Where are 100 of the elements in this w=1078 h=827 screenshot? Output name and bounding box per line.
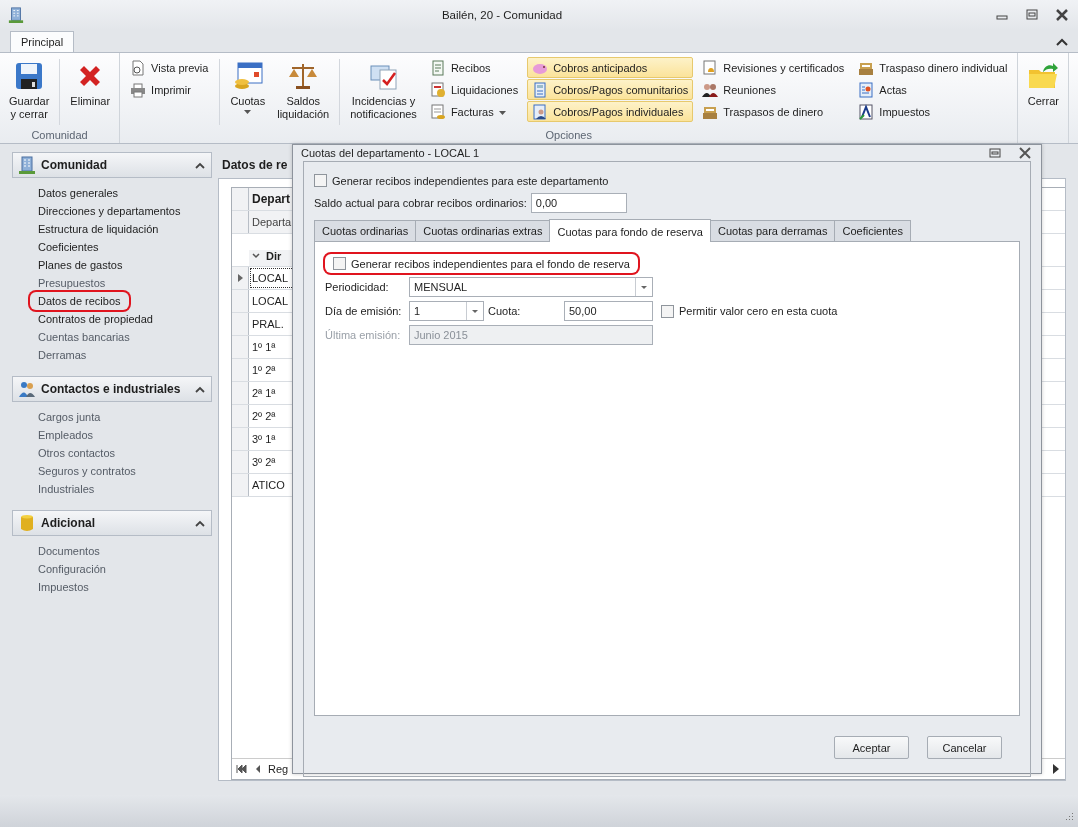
checkbox-label: Generar recibos independientes para el fondo de reserva (351, 257, 630, 270)
chevron-up-icon[interactable] (195, 161, 205, 169)
sidebar-item[interactable]: Planes de gastos (38, 256, 123, 274)
balance-field[interactable]: 0,00 (530, 193, 627, 213)
dialog-tab[interactable]: Cuotas ordinarias (314, 220, 417, 241)
dialog-tab[interactable]: Cuotas ordinarias extras (415, 220, 551, 241)
dialog-button[interactable]: Aceptar (834, 736, 909, 759)
dialog-tab[interactable]: Coeficientes (834, 220, 911, 241)
ribbon-button[interactable]: Saldos liquidación (271, 57, 336, 124)
field-label: Cuota: (488, 305, 522, 317)
checkbox-label: Generar recibos independientes para este departamento (332, 174, 609, 187)
ribbon-button[interactable]: Traspaso dinero individual (853, 57, 1013, 78)
chevron-up-icon[interactable] (1056, 37, 1068, 47)
row-header (232, 188, 249, 210)
ribbon-button[interactable]: Cerrar (1021, 57, 1066, 111)
chevron-down-icon (252, 253, 260, 259)
person-document-icon (532, 103, 549, 120)
panel-title: Datos de re (222, 158, 288, 172)
caret-icon (244, 110, 252, 114)
sidebar-item[interactable]: Impuestos (38, 578, 89, 596)
ribbon-button[interactable]: Cuotas (224, 57, 272, 117)
ribbon-button[interactable]: Imprimir (125, 79, 214, 100)
sidebar-item[interactable]: Datos de recibos (30, 292, 129, 310)
field-label: Última emisión: (325, 329, 402, 341)
sidebar-item[interactable]: Datos generales (38, 184, 119, 202)
section-header[interactable]: Comunidad (12, 152, 212, 178)
table-cell[interactable]: LOCAL (249, 267, 319, 289)
first-record-icon[interactable] (236, 764, 248, 774)
section-title: Contactos e industriales (41, 382, 181, 396)
row-header[interactable] (232, 267, 249, 289)
building-icon (19, 156, 35, 174)
ribbon-button[interactable]: Guardar y cerrar (3, 57, 56, 124)
dialog-tab[interactable]: Cuotas para fondo de reserva (549, 219, 711, 242)
ribbon-button[interactable]: Reuniones (697, 79, 850, 100)
ribbon-button[interactable]: Cobros anticipados (527, 57, 694, 78)
group-label: Opciones (544, 129, 593, 143)
receipt-icon (429, 59, 446, 76)
document-magnifier-icon (130, 59, 147, 76)
checkbox[interactable] (314, 174, 327, 187)
ribbon-button[interactable]: Incidencias y notificaciones (344, 57, 423, 124)
chevron-up-icon[interactable] (195, 519, 205, 527)
ribbon-button[interactable]: Impuestos (853, 101, 1013, 122)
ribbon-button[interactable]: Traspasos de dinero (697, 101, 850, 122)
close-icon[interactable] (1017, 145, 1033, 161)
dialog-tab[interactable]: Cuotas para derramas (710, 220, 836, 241)
ribbon-button[interactable]: Revisiones y certificados (697, 57, 850, 78)
printer-icon (130, 81, 147, 98)
caret-icon (498, 110, 506, 115)
ribbon-button[interactable]: Eliminar (64, 57, 117, 111)
people-icon (702, 81, 719, 98)
ribbon-button[interactable]: Recibos (424, 57, 524, 78)
field-label: Día de emisión: (325, 305, 403, 317)
invoice-icon (429, 103, 446, 120)
checkbox[interactable] (333, 257, 346, 270)
sidebar-item[interactable]: Estructura de liquidación (38, 220, 159, 238)
issue-day-dropdown[interactable]: 1 (409, 301, 484, 321)
ribbon-button[interactable]: Actas (853, 79, 1013, 100)
sidebar-item[interactable]: Empleados (38, 426, 94, 444)
sidebar-item[interactable]: Contratos de propiedad (38, 310, 153, 328)
scroll-right-icon[interactable] (1051, 764, 1061, 774)
sidebar-item[interactable]: Presupuestos (38, 274, 106, 292)
close-icon[interactable] (1054, 7, 1070, 23)
dialog-button[interactable]: Cancelar (927, 736, 1002, 759)
certificate-icon (858, 81, 875, 98)
dialog-title: Cuotas del departamento - LOCAL 1 (301, 147, 480, 159)
section-title: Adicional (41, 516, 95, 530)
ribbon-button[interactable]: Facturas (424, 101, 524, 122)
row-pointer-icon (237, 274, 243, 282)
ribbon-button[interactable]: Cobros/Pagos comunitarios (527, 79, 694, 100)
sidebar-item[interactable]: Industriales (38, 480, 95, 498)
sidebar-item[interactable]: Cuentas bancarias (38, 328, 130, 346)
chevron-up-icon[interactable] (195, 385, 205, 393)
people-icon (19, 380, 35, 398)
section-header[interactable]: Adicional (12, 510, 212, 536)
sidebar-item[interactable]: Direcciones y departamentos (38, 202, 181, 220)
sidebar-item[interactable]: Seguros y contratos (38, 462, 136, 480)
section-header[interactable]: Contactos e industriales (12, 376, 212, 402)
sidebar-item[interactable]: Configuración (38, 560, 106, 578)
maximize-icon[interactable] (1024, 7, 1040, 23)
field-label: Periodicidad: (325, 281, 390, 293)
maximize-icon[interactable] (987, 145, 1003, 161)
sidebar-item[interactable]: Otros contactos (38, 444, 116, 462)
ribbon-button[interactable]: Vista previa (125, 57, 214, 78)
sidebar-item[interactable]: Derramas (38, 346, 87, 364)
building-icon (8, 7, 24, 23)
checkbox-label: Permitir valor cero en esta cuota (679, 305, 838, 317)
document-coin-icon (429, 81, 446, 98)
sidebar-item[interactable]: Documentos (38, 542, 100, 560)
tax-form-icon (858, 103, 875, 120)
checkbox[interactable] (661, 304, 674, 318)
ribbon-button[interactable]: Cobros/Pagos individuales (527, 101, 694, 122)
section-title: Comunidad (41, 158, 107, 172)
ribbon-tab[interactable]: Principal (10, 31, 75, 52)
cylinder-icon (19, 514, 35, 532)
ribbon-button[interactable]: Liquidaciones (424, 79, 524, 100)
periodicity-dropdown[interactable]: MENSUAL (409, 277, 653, 297)
fee-field[interactable]: 50,00 (564, 301, 653, 321)
sidebar-item[interactable]: Cargos junta (38, 408, 101, 426)
document-bell-icon (702, 59, 719, 76)
sidebar-item[interactable]: Coeficientes (38, 238, 99, 256)
